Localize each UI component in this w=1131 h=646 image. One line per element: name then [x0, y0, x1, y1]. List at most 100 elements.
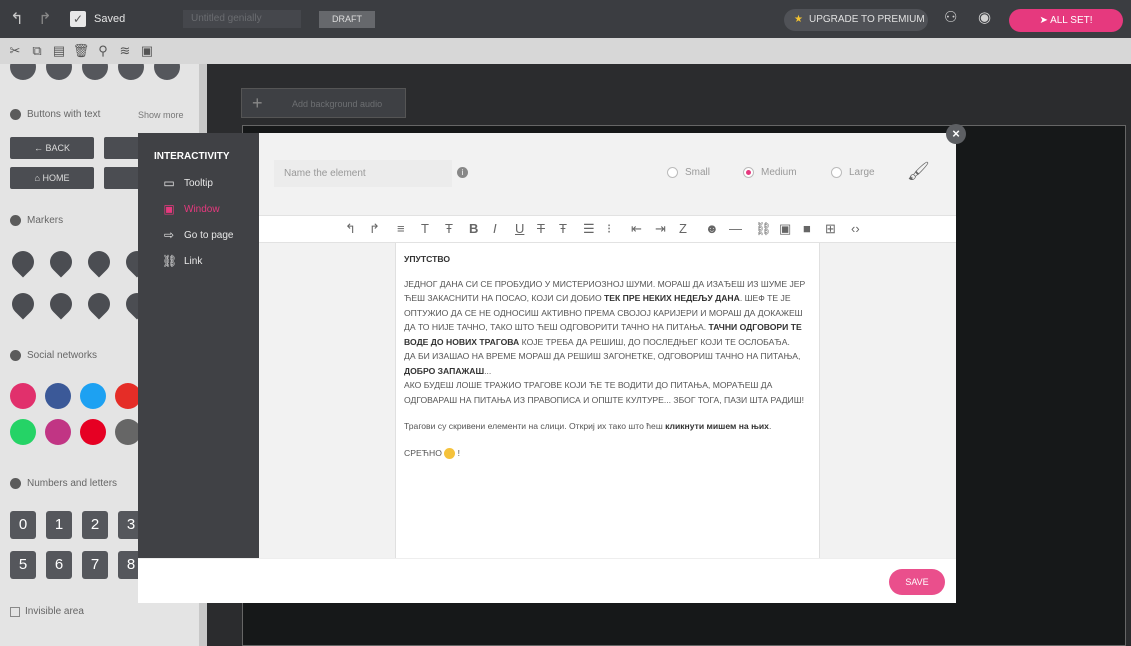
- radio-icon: [831, 167, 842, 178]
- undo-icon[interactable]: ↰: [345, 221, 356, 237]
- draft-badge: DRAFT: [319, 11, 375, 28]
- menu-item-tooltip[interactable]: ▭ Tooltip: [138, 170, 259, 196]
- align-icon[interactable]: ☰: [583, 221, 595, 237]
- modal-footer: [138, 558, 956, 603]
- background-audio-button[interactable]: + Add background audio: [241, 88, 406, 118]
- back-button[interactable]: ← BACK: [10, 137, 94, 159]
- number-tile[interactable]: 6: [46, 551, 72, 579]
- bold-icon[interactable]: B: [469, 221, 478, 236]
- subscript-icon[interactable]: Ŧ: [559, 221, 567, 236]
- secondary-toolbar: ✂ ⧉ ▤ 🗑 ⚲ ≋ ▣: [0, 38, 1131, 64]
- copy-icon[interactable]: ⧉: [26, 43, 48, 59]
- marker-pin[interactable]: [7, 246, 39, 278]
- video-icon[interactable]: ■: [803, 221, 811, 236]
- marker-pin[interactable]: [45, 288, 77, 320]
- all-set-label: ALL SET!: [1050, 15, 1093, 26]
- menu-label: Window: [184, 203, 220, 215]
- cut-icon[interactable]: ✂: [4, 43, 26, 59]
- icon-button[interactable]: [154, 64, 180, 80]
- section-buttons-with-text: Buttons with text: [10, 109, 100, 120]
- paste-icon[interactable]: ▤: [48, 43, 70, 59]
- size-label: Medium: [761, 167, 797, 178]
- interactivity-menu: INTERACTIVITY ▭ Tooltip ▣ Window ⇨ Go to pa…: [138, 133, 259, 558]
- underline-icon[interactable]: U: [515, 221, 524, 236]
- element-name-input[interactable]: Name the element: [274, 160, 452, 187]
- plus-icon: +: [252, 93, 263, 113]
- size-medium-radio[interactable]: Medium: [743, 167, 797, 178]
- link-icon: ⛓: [162, 254, 178, 268]
- close-icon[interactable]: ×: [946, 124, 966, 144]
- grid-icon[interactable]: ▣: [136, 43, 158, 59]
- icon-button[interactable]: [82, 64, 108, 80]
- image-icon[interactable]: ▣: [779, 221, 791, 237]
- doc-text: КОЈЕ ТРЕБА ДА РЕШИШ, ДО ПОСЛЕДЊЕГ КОЈИ Т…: [519, 336, 790, 347]
- add-user-icon[interactable]: ⚇: [944, 8, 957, 26]
- number-tile[interactable]: 7: [82, 551, 108, 579]
- info-icon[interactable]: i: [457, 167, 468, 178]
- lock-icon[interactable]: ⚲: [92, 43, 114, 59]
- doc-bold: кликнути мишем на њих: [665, 421, 769, 431]
- all-set-button[interactable]: ➤ ALL SET!: [1009, 9, 1123, 32]
- pinterest-icon[interactable]: [80, 419, 106, 445]
- redo-icon[interactable]: ↱: [34, 9, 56, 29]
- hr-icon[interactable]: —: [729, 221, 742, 236]
- icon-button[interactable]: [46, 64, 72, 80]
- indent-icon[interactable]: ⇥: [655, 221, 666, 237]
- italic-icon[interactable]: I: [493, 221, 497, 236]
- strikethrough-icon[interactable]: T: [537, 221, 545, 236]
- save-button[interactable]: SAVE: [889, 569, 945, 595]
- number-tile[interactable]: 2: [82, 511, 108, 539]
- emoji-icon[interactable]: ☻: [705, 221, 719, 236]
- marker-pin[interactable]: [7, 288, 39, 320]
- info-icon: [10, 109, 21, 120]
- layers-icon[interactable]: ≋: [114, 43, 136, 59]
- facebook-icon[interactable]: [45, 383, 71, 409]
- send-icon: ➤: [1039, 15, 1051, 26]
- font-family-icon[interactable]: Ŧ: [445, 221, 453, 236]
- font-size-icon[interactable]: T: [421, 221, 429, 236]
- clear-format-icon[interactable]: Z: [679, 221, 687, 236]
- doc-bold: ДОБРО ЗАПАЖАШ: [404, 365, 485, 376]
- menu-item-go-to-page[interactable]: ⇨ Go to page: [138, 222, 259, 248]
- icon-button[interactable]: [118, 64, 144, 80]
- number-tile[interactable]: 1: [46, 511, 72, 539]
- menu-item-window[interactable]: ▣ Window: [138, 196, 259, 222]
- twitter-icon[interactable]: [80, 383, 106, 409]
- window-icon: ▣: [163, 202, 175, 216]
- whatsapp-icon[interactable]: [10, 419, 36, 445]
- window-content-editor[interactable]: УПУТСТВО ЈЕДНОГ ДАНА СИ СЕ ПРОБУДИО У МИ…: [395, 243, 820, 558]
- instagram-alt-icon[interactable]: [45, 419, 71, 445]
- table-icon[interactable]: ⊞: [825, 221, 836, 237]
- trash-icon[interactable]: 🗑: [70, 43, 92, 59]
- instagram-icon[interactable]: [10, 383, 36, 409]
- outdent-icon[interactable]: ⇤: [631, 221, 642, 237]
- paragraph-icon[interactable]: ≡: [397, 221, 405, 236]
- number-tile[interactable]: 0: [10, 511, 36, 539]
- tooltip-icon: ▭: [163, 176, 175, 190]
- size-small-radio[interactable]: Small: [667, 167, 710, 178]
- number-tile[interactable]: 5: [10, 551, 36, 579]
- icon-button[interactable]: [10, 64, 36, 80]
- marker-pin[interactable]: [83, 288, 115, 320]
- check-icon: ✓: [70, 11, 86, 27]
- background-audio-label: Add background audio: [292, 99, 383, 109]
- interactivity-modal: INTERACTIVITY ▭ Tooltip ▣ Window ⇨ Go to pa…: [138, 133, 956, 603]
- marker-pin[interactable]: [45, 246, 77, 278]
- menu-item-link[interactable]: ⛓ Link: [138, 248, 259, 274]
- marker-pin[interactable]: [83, 246, 115, 278]
- link-icon[interactable]: ⛓: [755, 221, 772, 237]
- size-large-radio[interactable]: Large: [831, 167, 875, 178]
- title-input[interactable]: Untitled genially: [183, 10, 301, 28]
- list-icon[interactable]: ⁝: [607, 221, 611, 237]
- window-settings: Name the element i Small Medium Large 🖌 …: [259, 133, 956, 558]
- brush-icon[interactable]: 🖌: [907, 161, 930, 182]
- section-label: Social networks: [27, 350, 98, 361]
- redo-icon[interactable]: ↱: [369, 221, 380, 237]
- show-more-link[interactable]: Show more: [138, 110, 184, 120]
- undo-icon[interactable]: ↰: [6, 9, 28, 29]
- upgrade-button[interactable]: ★ UPGRADE TO PREMIUM: [784, 9, 928, 31]
- eye-icon[interactable]: ◉: [978, 8, 991, 26]
- home-button[interactable]: ⌂ HOME: [10, 167, 94, 189]
- invisible-area-option[interactable]: Invisible area: [10, 606, 84, 617]
- code-icon[interactable]: ‹›: [851, 221, 860, 236]
